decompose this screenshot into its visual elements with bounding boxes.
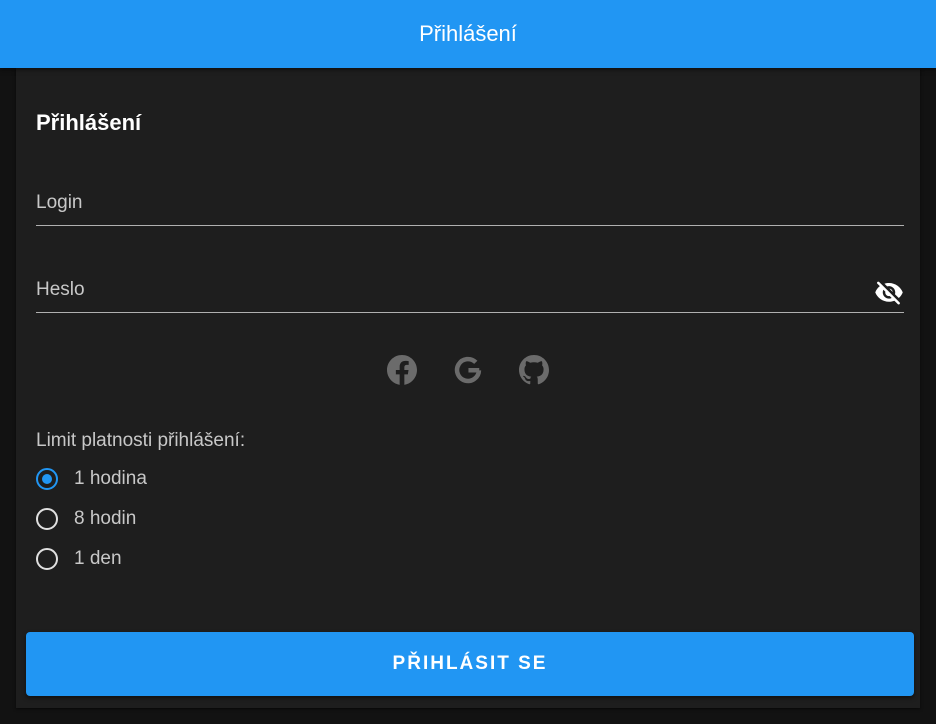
- radio-option-8-hours[interactable]: 8 hodin: [36, 504, 136, 534]
- radio-unchecked-icon[interactable]: [36, 548, 58, 570]
- radio-option-1-hour[interactable]: 1 hodina: [36, 464, 147, 494]
- radio-label: 8 hodin: [74, 508, 137, 529]
- radio-label: 1 den: [74, 548, 122, 569]
- social-login-buttons: [16, 352, 920, 388]
- login-input[interactable]: [36, 185, 908, 227]
- radio-unchecked-icon[interactable]: [36, 508, 58, 530]
- google-icon[interactable]: [450, 352, 486, 388]
- radio-option-1-day[interactable]: 1 den: [36, 544, 122, 574]
- radio-label: 1 hodina: [74, 468, 147, 489]
- eye-off-icon[interactable]: [874, 278, 904, 308]
- card-title: Přihlášení: [36, 110, 142, 135]
- session-limit-label: Limit platnosti přihlášení:: [36, 430, 246, 451]
- radio-checked-icon[interactable]: [36, 468, 58, 490]
- login-card: Přihlášení Login Heslo Limit platnosti p…: [16, 68, 920, 708]
- app-bar-title: Přihlášení: [419, 21, 517, 46]
- login-field[interactable]: Login: [36, 185, 908, 227]
- password-input[interactable]: [36, 272, 908, 314]
- login-button[interactable]: PŘIHLÁSIT SE: [26, 632, 914, 696]
- github-icon[interactable]: [516, 352, 552, 388]
- facebook-icon[interactable]: [384, 352, 420, 388]
- app-bar: Přihlášení: [0, 0, 936, 68]
- password-field[interactable]: Heslo: [36, 272, 908, 314]
